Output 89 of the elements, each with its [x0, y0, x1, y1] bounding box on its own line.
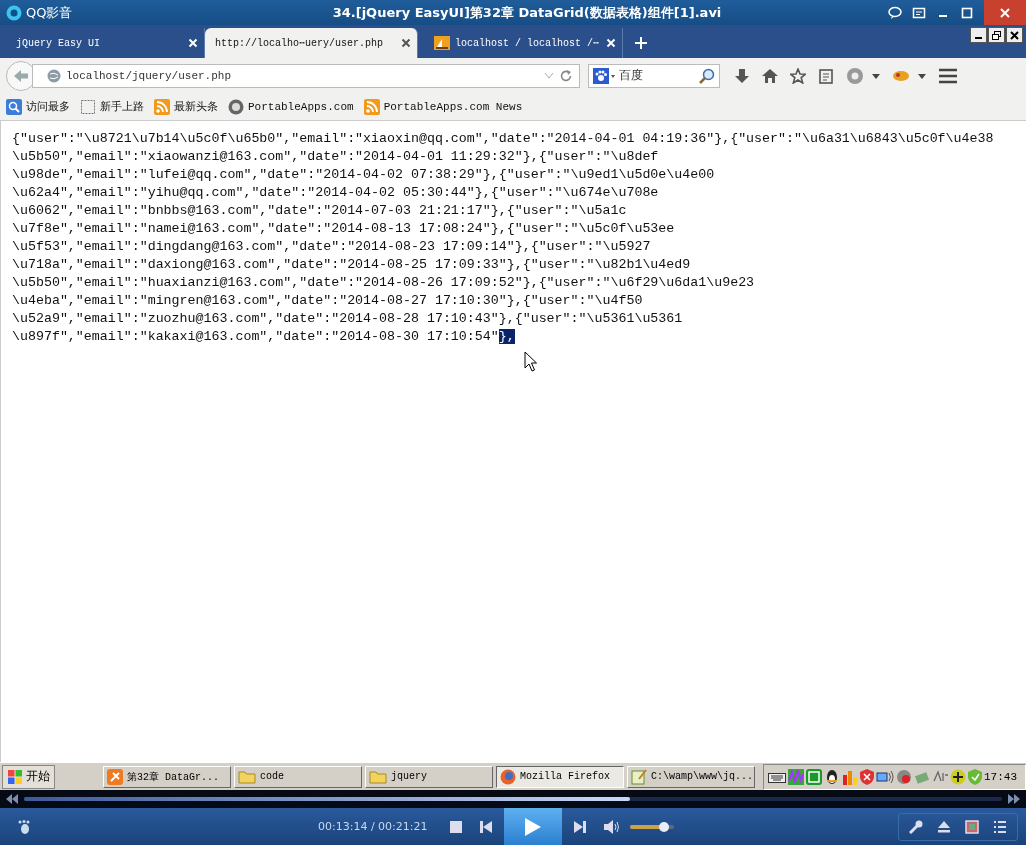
playback-time: 00:13:14 / 00:21:21: [318, 820, 428, 833]
shield-icon: [860, 768, 874, 785]
json-text-line: \u5b50","email":"huaxianzi@163.com","date":"2014-08-26 17:09:52"},{"user":"\u6f29\u6da1\u9e23: [12, 274, 755, 290]
gear-icon[interactable]: [846, 66, 880, 85]
folder-icon: [369, 769, 387, 784]
video-app-icon: [107, 768, 123, 785]
window-title: 34.[jQuery EasyUI]第32章 DataGrid(数据表格)组件[1].avi: [331, 3, 723, 22]
json-text-line: \u5f53","email":"dingdang@163.com","date":"2014-08-23 17:09:14"},{"user":"\u5927: [12, 238, 651, 254]
feed-icon: [154, 98, 170, 115]
taskbar-button[interactable]: C:\wamp\www\jq...: [627, 765, 755, 788]
screen-icon[interactable]: [965, 819, 979, 834]
progress-track[interactable]: [24, 797, 1002, 801]
playlist-icon[interactable]: [993, 819, 1007, 834]
footprint-icon[interactable]: [18, 819, 32, 834]
close-button[interactable]: [1006, 27, 1023, 43]
json-text-line: \u98de","email":"lufei@qq.com","date":"2014-04-02 07:38:29"},{"user":"\u9ed1\u5d0e\u4e00: [12, 166, 715, 182]
minimize-button[interactable]: [970, 27, 987, 43]
windows-logo-icon: [7, 768, 23, 785]
eject-icon[interactable]: [937, 819, 951, 834]
json-text-line: \u897f","email":"kakaxi@163.com","date":"2014-08-30 17:10:54": [12, 328, 499, 344]
maximize-icon[interactable]: [960, 5, 974, 20]
back-arrow-icon: [13, 68, 29, 83]
globe-icon: [47, 68, 61, 83]
taskbar-button[interactable]: Mozilla Firefox: [496, 765, 624, 788]
magnifier-icon: [6, 98, 22, 115]
bookmark-item[interactable]: 访问最多: [6, 98, 70, 115]
globe-icon: [228, 98, 244, 115]
network-icon: [876, 768, 894, 785]
close-icon: [1009, 29, 1020, 41]
json-text-line: {"user":"\u8721\u7b14\u5c0f\u65b0","email":"xiaoxin@qq.com","date":"2014-04-01 04:19:36"},{"user":"\u6a31\u6843\u5c0f\u4e38: [12, 130, 994, 146]
speaker-icon[interactable]: [603, 819, 620, 834]
previous-icon[interactable]: [479, 820, 492, 833]
wrench-icon[interactable]: [909, 819, 923, 834]
close-icon[interactable]: [401, 38, 411, 48]
clock: 17:43: [984, 770, 1018, 783]
bookmark-item[interactable]: PortableApps.com News: [363, 98, 523, 115]
app-name: QQ影音: [26, 3, 73, 22]
firefox-icon: [500, 768, 516, 785]
paw-icon: [593, 67, 615, 84]
penguin-icon: [824, 768, 840, 785]
new-tab-icon[interactable]: [635, 37, 647, 49]
json-text-line: \u6062","email":"bnbbs@163.com","date":"2014-07-03 21:21:17"},{"user":"\u5a1c: [12, 202, 627, 218]
json-text-line: \u718a","email":"daxiong@163.com","date":"2014-08-25 17:09:33"},{"user":"\u82b1\u4ed9: [12, 256, 691, 272]
fast-forward-icon[interactable]: [1008, 794, 1020, 804]
sailboat-icon: [434, 36, 450, 50]
play-icon: [524, 817, 541, 836]
json-text-line: \u52a9","email":"zuozhu@163.com","date":"2014-08-28 17:10:43"},{"user":"\u5361\u5361: [12, 310, 683, 326]
stop-icon[interactable]: [449, 820, 462, 833]
clipboard-icon[interactable]: [818, 67, 834, 84]
start-button[interactable]: 开始: [2, 764, 55, 789]
json-text-line: \u62a4","email":"yihu@qq.com","date":"2014-04-02 05:30:44"},{"user":"\u674e\u708e: [12, 184, 659, 200]
bookmark-item[interactable]: 新手上路: [80, 98, 144, 115]
mouse-cursor-icon: [524, 351, 537, 372]
bookmark-item[interactable]: PortableApps.com: [228, 98, 354, 115]
restore-button[interactable]: [988, 27, 1005, 43]
shield-icon: [968, 768, 982, 785]
close-icon: [999, 6, 1011, 19]
json-text-line: \u5b50","email":"xiaowanzi@163.com","date":"2014-04-01 11:29:32"},{"user":"\u8def: [12, 148, 659, 164]
search-field[interactable]: 百度: [588, 63, 720, 88]
chat-icon[interactable]: [888, 5, 902, 20]
menu-icon[interactable]: [938, 67, 958, 84]
json-text-line: \u7f8e","email":"namei@163.com","date":"2014-08-13 17:08:24"},{"user":"\u5c0f\u53ee: [12, 220, 675, 236]
selected-text: },: [498, 328, 515, 344]
blank-page-icon: [80, 98, 96, 115]
home-icon[interactable]: [762, 67, 778, 84]
reload-icon[interactable]: [559, 68, 573, 83]
bookmark-item[interactable]: 最新头条: [154, 98, 218, 115]
taskbar-button[interactable]: code: [234, 765, 362, 788]
minimize-icon: [975, 36, 982, 39]
next-icon[interactable]: [573, 820, 586, 833]
waveform-icon: [788, 768, 804, 785]
taskbar-button[interactable]: jquery: [365, 765, 493, 788]
play-button[interactable]: [503, 808, 562, 845]
notepad-icon: [631, 768, 647, 785]
json-text-line: \u4eba","email":"mingren@163.com","date":"2014-08-27 17:10:30"},{"user":"\u4f50: [12, 292, 643, 308]
folder-icon: [238, 769, 256, 784]
restore-icon: [991, 29, 1002, 41]
search-icon[interactable]: [699, 67, 715, 84]
address-field[interactable]: localhost/jquery/user.php: [32, 63, 580, 88]
bar-chart-icon: [842, 768, 858, 785]
skin-icon[interactable]: [912, 5, 926, 20]
download-icon[interactable]: [734, 67, 750, 84]
logo-icon: [6, 4, 22, 21]
taskbar-button[interactable]: 第32章 DataGr...: [103, 765, 231, 788]
browser-tab[interactable]: http://localho⋯uery/user.php: [205, 28, 418, 58]
plus-circle-icon: [950, 768, 966, 785]
rewind-icon[interactable]: [6, 794, 18, 804]
feed-icon: [363, 98, 380, 115]
star-icon[interactable]: [790, 67, 806, 84]
